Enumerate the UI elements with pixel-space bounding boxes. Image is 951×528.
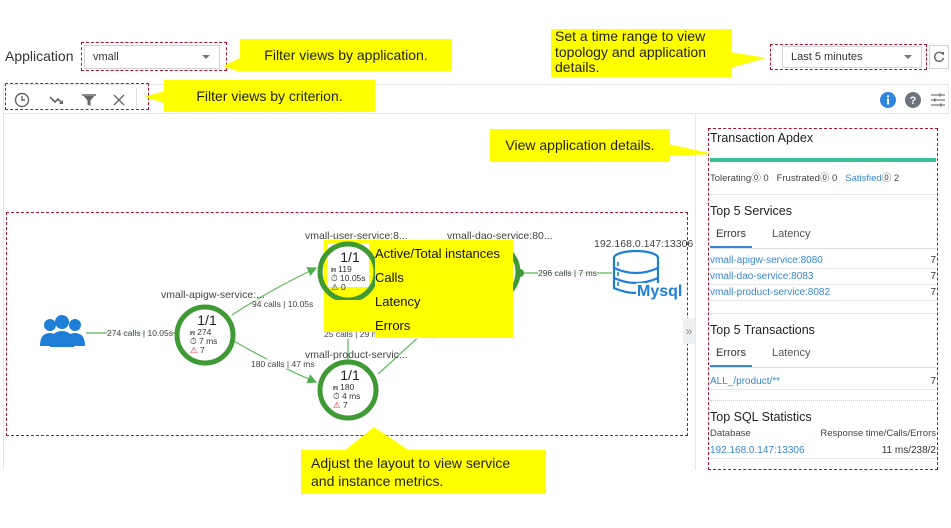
errors-icon: ⚠ [190, 345, 198, 355]
edge-label-dao-mysql: 296 calls | 7 ms [538, 268, 597, 278]
top-services-tabs: Errors Latency [710, 224, 936, 249]
list-item: vmall-product-service:8082 7 [710, 285, 936, 301]
callout-details: View application details. [490, 129, 670, 162]
chevron-down-icon [904, 55, 912, 59]
tab-transactions-latency[interactable]: Latency [766, 343, 817, 367]
settings-sliders-icon[interactable] [928, 90, 948, 110]
errors-icon: ⚠ [333, 400, 341, 410]
table-row: 192.168.0.147:13306 11 ms/238/2 [710, 443, 936, 459]
errors-value: 7 [343, 400, 348, 410]
tolerating-value: 0 [763, 173, 769, 184]
help-icon[interactable]: ⓪ [751, 173, 761, 184]
divider [710, 313, 936, 314]
transaction-link[interactable]: ALL_/product/** [710, 374, 780, 389]
top-sql-header: Database Response time/Calls/Errors [710, 428, 936, 439]
top-transactions-title: Top 5 Transactions [710, 323, 815, 337]
expand-panel-button[interactable]: » [683, 318, 695, 344]
list-item: vmall-dao-service:8083 7 [710, 269, 936, 285]
node-metrics-product: 1/1 ⩎ 180 ⏱ 4 ms ⚠ 7 [333, 367, 367, 410]
edge-label-users-apigw: 274 calls | 10.05s [107, 328, 173, 338]
tab-transactions-errors[interactable]: Errors [710, 343, 752, 367]
tab-services-errors[interactable]: Errors [710, 224, 752, 248]
callout-layout: Adjust the layout to view service and in… [301, 450, 546, 494]
node-dao-port [516, 269, 524, 277]
legend-calls: Calls [375, 270, 404, 285]
legend-latency: Latency [375, 294, 421, 309]
top-services-title: Top 5 Services [710, 204, 792, 218]
divider [710, 400, 936, 401]
legend-instances: Active/Total instances [375, 246, 501, 261]
active-total-instances: 1/1 [340, 249, 360, 265]
active-total-instances: 1/1 [340, 367, 360, 383]
node-label-apigw: vmall-apigw-service:... [161, 289, 265, 301]
service-link[interactable]: vmall-apigw-service:8080 [710, 253, 823, 268]
divider [710, 194, 936, 195]
database-name: Mysql [636, 283, 684, 301]
errors-value: 7 [200, 345, 205, 355]
database-link[interactable]: 192.168.0.147:13306 [710, 443, 805, 458]
satisfied-value: 2 [893, 173, 900, 184]
active-total-instances: 1/1 [197, 312, 217, 328]
edge-label-apigw-user: 94 calls | 10.05s [252, 299, 314, 309]
time-range-select[interactable]: Last 5 minutes [782, 46, 922, 68]
apdex-stats: Tolerating⓪ 0 Frustrated⓪ 0 Satisfied⓪ 2 [710, 170, 936, 184]
legend-items: Active/Total instances Calls Latency Err… [375, 242, 513, 338]
top-services-list: vmall-apigw-service:8080 7 vmall-dao-serv… [710, 253, 936, 301]
apdex-bar [710, 158, 936, 162]
node-label-product: vmall-product-servic... [305, 349, 408, 361]
edge-label-apigw-product: 180 calls | 47 ms [251, 359, 315, 369]
legend-errors: Errors [375, 318, 411, 333]
service-value: 7 [930, 271, 936, 282]
list-item: vmall-apigw-service:8080 7 [710, 253, 936, 269]
refresh-icon [933, 51, 945, 62]
errors-value: 0 [341, 282, 346, 292]
time-range-value: Last 5 minutes [791, 51, 863, 63]
node-metrics-user: 1/1 ⩎ 119 ⏱ 10.05s ⚠ 0 [331, 249, 369, 292]
service-link[interactable]: vmall-dao-service:8083 [710, 269, 813, 284]
info-icon[interactable] [878, 90, 898, 110]
errors-icon: ⚠ [331, 282, 339, 292]
help-icon[interactable]: ⓪ [820, 173, 830, 184]
apdex-title: Transaction Apdex [710, 131, 814, 145]
service-value: 7 [930, 287, 936, 298]
double-chevron-right-icon: » [685, 324, 693, 338]
transaction-value: 7 [930, 376, 936, 387]
tab-services-latency[interactable]: Latency [766, 224, 817, 248]
service-value: 7 [930, 255, 936, 266]
frustrated-label: Frustrated [776, 173, 820, 184]
top-transactions-list: ALL_/product/** 7 [710, 374, 936, 390]
refresh-button[interactable] [929, 45, 949, 69]
frustrated-value: 0 [832, 173, 838, 184]
service-link[interactable]: vmall-product-service:8082 [710, 285, 830, 300]
col-database: Database [710, 428, 751, 439]
col-metrics: Response time/Calls/Errors [820, 428, 936, 439]
top-sql-title: Top SQL Statistics [710, 410, 812, 424]
satisfied-label[interactable]: Satisfied [845, 173, 881, 184]
node-metrics-apigw: 1/1 ⩎ 274 ⏱ 7 ms ⚠ 7 [190, 312, 224, 355]
sql-metrics: 11 ms/238/2 [881, 445, 936, 456]
details-panel: Transaction Apdex Tolerating⓪ 0 Frustrat… [710, 126, 936, 459]
callout-pointer-time [730, 52, 766, 68]
svg-text:?: ? [910, 95, 917, 107]
top-transactions-tabs: Errors Latency [710, 343, 936, 368]
users-icon[interactable] [40, 315, 85, 347]
node-label-mysql: 192.168.0.147:13306 [594, 238, 694, 250]
help-icon[interactable]: ? [903, 90, 923, 110]
tolerating-label: Tolerating [710, 173, 752, 184]
list-item: ALL_/product/** 7 [710, 374, 936, 390]
help-icon[interactable]: ⓪ [882, 173, 892, 184]
